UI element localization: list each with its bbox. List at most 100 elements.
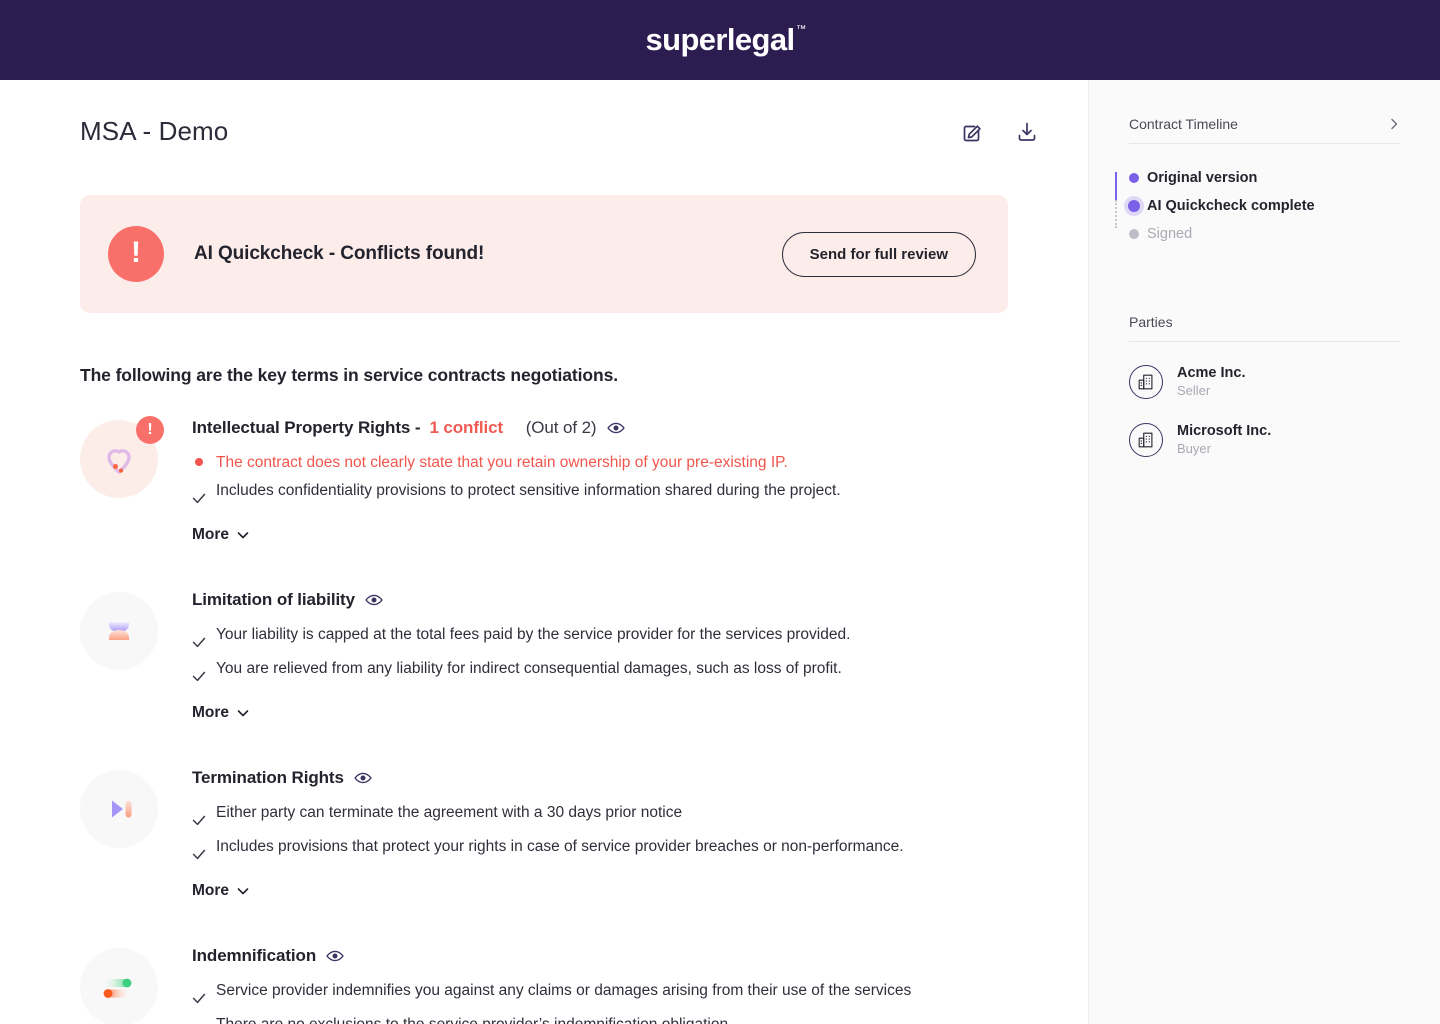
chevron-down-icon <box>237 710 249 717</box>
main-content: MSA - Demo ! AI Quickcheck - Conflicts f… <box>0 80 1088 1024</box>
timeline-dot-icon <box>1129 229 1139 239</box>
trademark-mark: ™ <box>796 24 806 35</box>
term-item-text: Includes confidentiality provisions to p… <box>216 482 841 499</box>
timeline-connector-dotted <box>1115 200 1117 228</box>
download-icon[interactable] <box>1014 119 1040 145</box>
party-role: Buyer <box>1177 441 1211 456</box>
term-item-text: Service provider indemnifies you against… <box>216 982 912 999</box>
party-role: Seller <box>1177 383 1211 398</box>
building-icon <box>1129 423 1163 457</box>
parties-title: Parties <box>1129 314 1173 330</box>
contract-timeline-header: Contract Timeline <box>1129 116 1400 144</box>
send-for-full-review-button[interactable]: Send for full review <box>781 231 976 277</box>
term-item-text: There are no exclusions to the service p… <box>216 1012 728 1024</box>
document-title-row: MSA - Demo <box>0 80 1088 147</box>
term-section-indemnification: Indemnification Service provider indemni… <box>0 942 1088 1024</box>
right-sidebar: Contract Timeline Original version AI Qu… <box>1088 80 1440 1024</box>
term-title-row: Intellectual Property Rights - 1 conflic… <box>192 418 1008 438</box>
timeline-dot-icon <box>1129 173 1139 183</box>
term-item-text: You are relieved from any liability for … <box>216 660 842 677</box>
timeline-step-signed[interactable]: Signed <box>1129 220 1400 248</box>
term-item-text: Includes provisions that protect your ri… <box>216 838 904 855</box>
term-icon-wrap <box>80 586 160 722</box>
term-item-ok: Includes confidentiality provisions to p… <box>192 478 1008 510</box>
term-item-ok: You are relieved from any liability for … <box>192 656 1008 688</box>
hourglass-icon <box>80 592 158 670</box>
conflict-count: 1 conflict <box>429 418 504 437</box>
contract-timeline-title: Contract Timeline <box>1129 116 1238 132</box>
edit-icon[interactable] <box>960 119 986 145</box>
term-title: Termination Rights <box>192 768 344 787</box>
term-item-ok: Includes provisions that protect your ri… <box>192 834 1008 866</box>
party-row-microsoft-inc[interactable]: Microsoft Inc. Buyer <box>1129 422 1400 458</box>
alert-message: AI Quickcheck - Conflicts found! <box>194 243 485 264</box>
more-toggle[interactable]: More <box>192 704 250 722</box>
check-icon <box>192 834 206 866</box>
exclamation-glyph: ! <box>131 236 141 269</box>
term-item-text: Either party can terminate the agreement… <box>216 804 683 821</box>
eye-icon[interactable] <box>606 418 626 438</box>
term-title-row: Termination Rights <box>192 768 1008 788</box>
check-icon <box>192 656 206 688</box>
timeline-step-label: AI Quickcheck complete <box>1147 198 1315 214</box>
heart-icon: ! <box>80 416 164 498</box>
more-label: More <box>192 882 230 899</box>
more-toggle[interactable]: More <box>192 882 250 900</box>
term-body: Limitation of liability Your liability i… <box>160 586 1008 722</box>
party-name: Microsoft Inc. <box>1177 423 1272 439</box>
chevron-down-icon <box>237 888 249 895</box>
chevron-right-icon[interactable] <box>1388 118 1400 130</box>
term-icon-wrap <box>80 764 160 900</box>
play-pause-icon <box>80 770 158 848</box>
eye-icon[interactable] <box>364 590 384 610</box>
party-row-acme-inc[interactable]: Acme Inc. Seller <box>1129 364 1400 400</box>
check-icon <box>192 800 206 832</box>
more-toggle[interactable]: More <box>192 526 250 544</box>
term-title: Indemnification <box>192 946 317 965</box>
status-badge: ! <box>136 416 164 444</box>
timeline-step-label: Original version <box>1147 170 1258 186</box>
timeline-dot-icon <box>1128 200 1140 212</box>
check-icon <box>192 622 206 654</box>
timeline-connector-solid <box>1115 172 1117 200</box>
term-section-limitation-of-liability: Limitation of liability Your liability i… <box>0 586 1088 722</box>
conflict-out-of: (Out of 2) <box>525 418 597 437</box>
conflict-alert-banner: ! AI Quickcheck - Conflicts found! Send … <box>80 195 1008 313</box>
timeline-step-ai-quickcheck-complete[interactable]: AI Quickcheck complete <box>1128 192 1400 220</box>
party-info: Microsoft Inc. Buyer <box>1177 422 1271 458</box>
conflict-dot-icon <box>192 450 206 466</box>
term-section-termination-rights: Termination Rights Either party can term… <box>0 764 1088 900</box>
check-icon <box>192 478 206 510</box>
timeline-step-label: Signed <box>1147 226 1193 242</box>
term-section-intellectual-property-rights: ! Intellectual Property Rights - 1 confl… <box>0 414 1088 544</box>
term-title-row: Limitation of liability <box>192 590 1008 610</box>
term-item-ok: Service provider indemnifies you against… <box>192 978 1008 1010</box>
term-item-text: Your liability is capped at the total fe… <box>216 626 851 643</box>
term-title: Intellectual Property Rights - <box>192 418 421 437</box>
more-label: More <box>192 704 230 721</box>
term-item-ok: Either party can terminate the agreement… <box>192 800 1008 832</box>
document-actions <box>960 119 1040 145</box>
parties-header: Parties <box>1129 314 1400 342</box>
party-name: Acme Inc. <box>1177 365 1246 381</box>
top-brand-bar: superlegal ™ <box>0 0 1440 80</box>
eye-icon[interactable] <box>325 946 345 966</box>
timeline-step-original-version[interactable]: Original version <box>1129 164 1400 192</box>
term-item-conflict: The contract does not clearly state that… <box>192 450 1008 476</box>
term-title: Limitation of liability <box>192 590 355 609</box>
building-icon <box>1129 365 1163 399</box>
term-icon-wrap: ! <box>80 414 164 544</box>
more-label: More <box>192 526 230 543</box>
key-terms-list: ! Intellectual Property Rights - 1 confl… <box>0 414 1088 1024</box>
page-title: MSA - Demo <box>80 116 229 146</box>
intro-text: The following are the key terms in servi… <box>80 365 618 385</box>
contract-timeline: Original version AI Quickcheck complete … <box>1115 164 1400 248</box>
eye-icon[interactable] <box>353 768 373 788</box>
party-info: Acme Inc. Seller <box>1177 364 1246 400</box>
term-body: Intellectual Property Rights - 1 conflic… <box>160 414 1008 544</box>
term-title-row: Indemnification <box>192 946 1008 966</box>
check-icon <box>192 1012 206 1024</box>
superlegal-logo: superlegal ™ <box>645 22 806 58</box>
term-item-text: The contract does not clearly state that… <box>216 454 788 471</box>
term-item-ok: Your liability is capped at the total fe… <box>192 622 1008 654</box>
